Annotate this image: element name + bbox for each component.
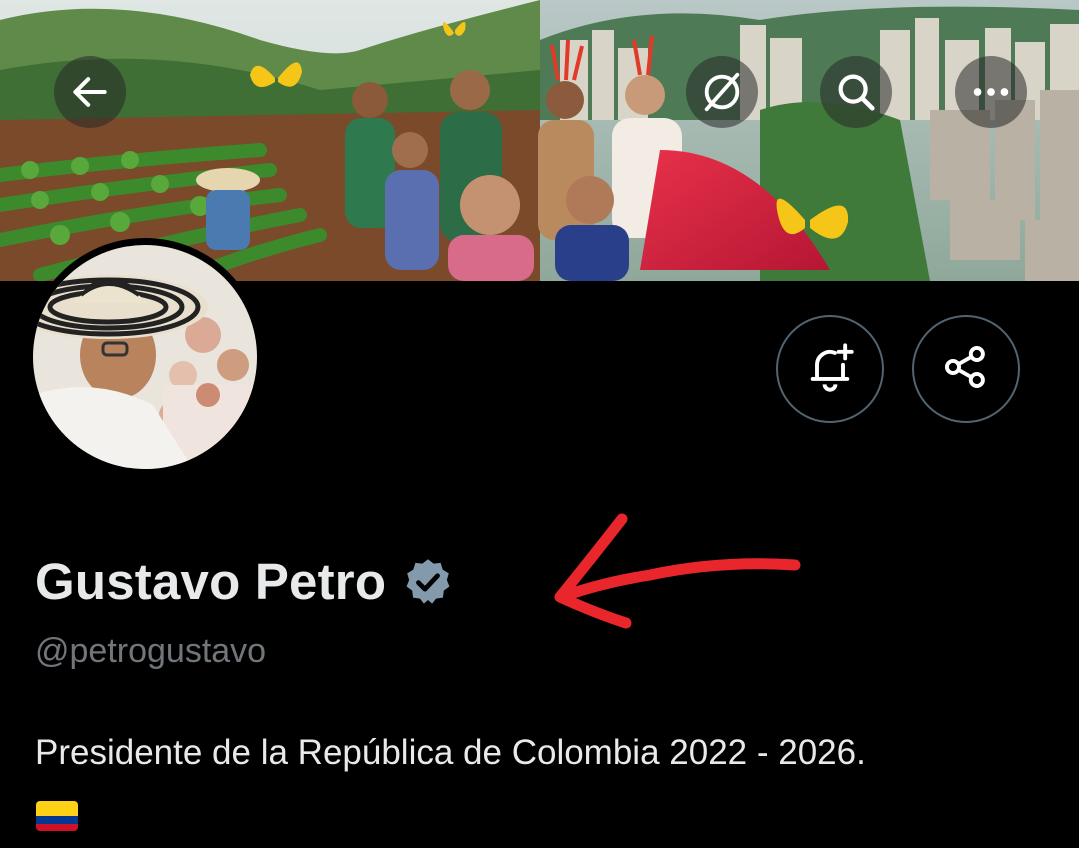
grok-button[interactable] <box>686 56 758 128</box>
username-handle: @petrogustavo <box>35 632 267 670</box>
avatar-image <box>33 245 257 469</box>
bell-plus-icon <box>804 341 856 398</box>
more-options-button[interactable] <box>955 56 1027 128</box>
grok-icon <box>699 69 745 115</box>
colombia-flag-emoji <box>36 801 78 831</box>
search-icon <box>833 69 879 115</box>
avatar[interactable] <box>26 238 264 476</box>
share-button[interactable] <box>912 315 1020 423</box>
more-icon <box>968 69 1014 115</box>
back-button[interactable] <box>54 56 126 128</box>
bio-text: Presidente de la República de Colombia 2… <box>35 733 866 772</box>
red-arrow-annotation <box>540 505 820 635</box>
share-icon <box>940 341 992 398</box>
search-button[interactable] <box>820 56 892 128</box>
name-row: Gustavo Petro <box>35 552 454 611</box>
notifications-button[interactable] <box>776 315 884 423</box>
display-name: Gustavo Petro <box>35 553 387 610</box>
verified-badge-icon[interactable] <box>402 556 454 608</box>
back-arrow-icon <box>68 70 112 114</box>
